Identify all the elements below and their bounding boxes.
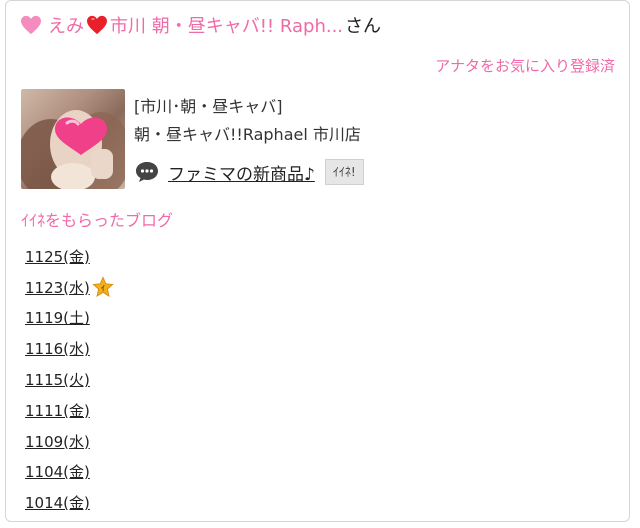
profile-header: えみ 市川 朝・昼キャバ!! Raph... さん xyxy=(20,11,381,39)
blog-date-link[interactable]: 1123(水) xyxy=(25,277,90,298)
list-item: 1111(金) xyxy=(25,395,114,426)
shop-name-link[interactable]: 市川 朝・昼キャバ!! Raph... xyxy=(110,12,343,38)
blog-date-link[interactable]: 1116(水) xyxy=(25,338,90,359)
blog-date-link[interactable]: 1115(火) xyxy=(25,369,90,390)
iine-button[interactable]: ｲｲﾈ! xyxy=(324,159,364,185)
cast-name[interactable]: えみ xyxy=(48,12,84,38)
latest-blog-link[interactable]: ファミマの新商品♪ xyxy=(168,160,315,185)
list-item: 1123(水) ｲ xyxy=(25,272,114,303)
shop-full-name[interactable]: 朝・昼キャバ!!Raphael 市川店 xyxy=(134,121,361,145)
speech-bubble-icon xyxy=(134,160,160,184)
blog-date-link[interactable]: 1111(金) xyxy=(25,400,90,421)
blog-date-link[interactable]: 1014(金) xyxy=(25,492,90,513)
blog-date-link[interactable]: 1125(金) xyxy=(25,246,90,267)
list-item: 1116(水) xyxy=(25,333,114,364)
list-item: 1104(金) xyxy=(25,457,114,488)
blog-date-link[interactable]: 1119(土) xyxy=(25,307,90,328)
blog-date-link[interactable]: 1109(水) xyxy=(25,431,90,452)
svg-text:ｲ: ｲ xyxy=(101,284,105,293)
list-item: 1125(金) xyxy=(25,241,114,272)
blog-date-link[interactable]: 1104(金) xyxy=(25,461,90,482)
liked-blog-list: 1125(金) 1123(水) ｲ 1119(土) 1116(水) 1115(火… xyxy=(25,241,114,518)
latest-blog-row: ファミマの新商品♪ ｲｲﾈ! xyxy=(134,157,364,187)
avatar[interactable] xyxy=(21,89,125,189)
list-item: 1115(火) xyxy=(25,364,114,395)
list-item: 1109(水) xyxy=(25,426,114,457)
favorite-registered-link[interactable]: アナタをお気に入り登録済 xyxy=(435,55,615,76)
red-heart-icon xyxy=(86,15,108,35)
pink-heart-icon xyxy=(20,15,42,35)
honorific: さん xyxy=(345,16,382,37)
list-item: 1014(金) xyxy=(25,487,114,518)
shop-area-category: [市川･朝・昼キャバ] xyxy=(134,97,283,116)
gold-star-icon: ｲ xyxy=(92,276,114,298)
list-item: 1119(土) xyxy=(25,303,114,334)
liked-blogs-heading: ｲｲﾈをもらったブログ xyxy=(21,211,174,230)
profile-card: えみ 市川 朝・昼キャバ!! Raph... さん アナタをお気に入り登録済 [… xyxy=(5,0,630,522)
